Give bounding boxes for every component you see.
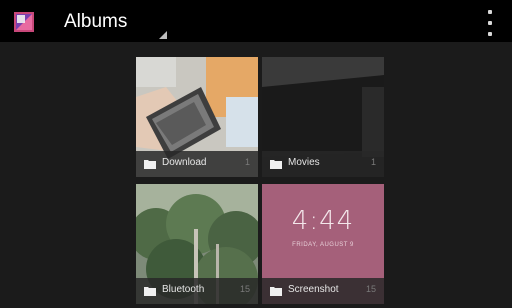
folder-icon [270, 160, 282, 169]
folder-icon [270, 287, 282, 296]
album-label-bar: Download 1 [136, 151, 258, 177]
album-count: 15 [239, 284, 250, 294]
lockscreen-date: FRIDAY, AUGUST 9 [292, 242, 354, 248]
dropdown-indicator-icon[interactable] [159, 31, 167, 39]
album-count: 1 [370, 157, 376, 167]
album-name: Screenshot [288, 284, 339, 295]
album-tile-movies[interactable]: Movies 1 [262, 57, 384, 177]
action-bar: Albums [0, 0, 512, 42]
overflow-menu-icon[interactable] [480, 10, 500, 36]
album-count: 15 [365, 284, 376, 294]
lockscreen-time: 4:44 [291, 206, 355, 236]
album-name: Movies [288, 157, 320, 168]
album-label-bar: Movies 1 [262, 151, 384, 177]
album-label-bar: Bluetooth 15 [136, 278, 258, 304]
folder-icon [144, 160, 156, 169]
album-tile-download[interactable]: Download 1 [136, 57, 258, 177]
page-title[interactable]: Albums [64, 11, 127, 33]
album-count: 1 [244, 157, 250, 167]
album-label-bar: Screenshot 15 [262, 278, 384, 304]
gallery-icon[interactable] [14, 12, 34, 32]
album-tile-bluetooth[interactable]: Bluetooth 15 [136, 184, 258, 304]
album-name: Download [162, 157, 207, 168]
folder-icon [144, 287, 156, 296]
album-tile-screenshot[interactable]: 4:44 FRIDAY, AUGUST 9 Screenshot 15 [262, 184, 384, 304]
album-name: Bluetooth [162, 284, 205, 295]
